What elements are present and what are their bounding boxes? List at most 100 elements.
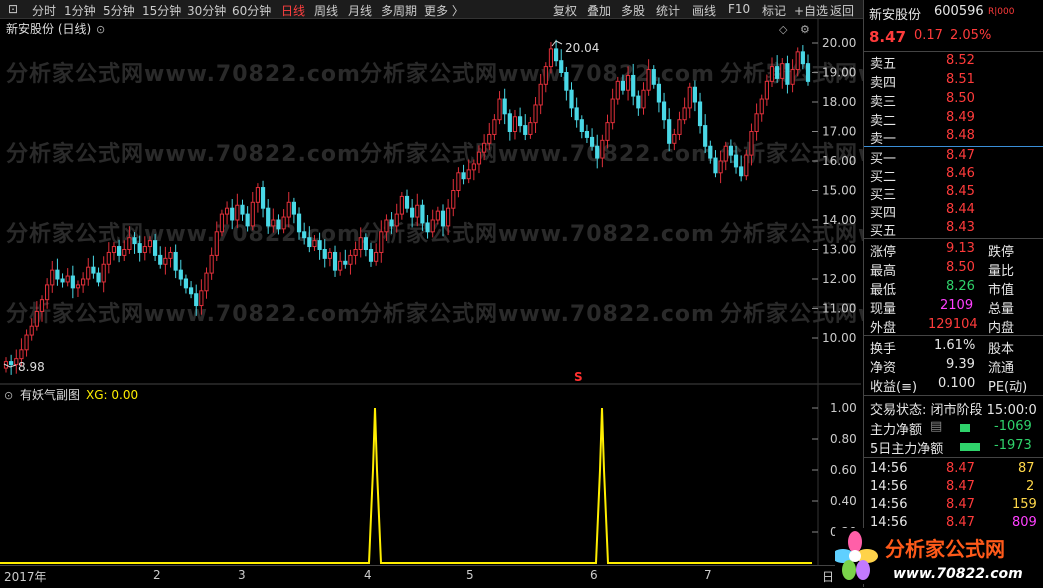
candle-body [368,249,374,262]
candle-body [728,145,733,156]
candle-body [281,216,286,230]
btn-diejia[interactable]: 叠加 [587,2,611,19]
candle-body [204,272,209,292]
btn-fanhui[interactable]: 返回 [830,2,854,19]
candle-body [697,101,703,127]
svg-text:www.70822.com: www.70822.com [893,566,1023,582]
candle-body [363,237,368,250]
candle-body [45,284,50,301]
candle-body [631,74,636,97]
candle-body [507,113,512,133]
candle-body [687,86,692,109]
btn-biaoji[interactable]: 标记 [762,2,786,19]
main-fund-5d-row[interactable]: 5日主力净额 -1973 [864,438,1043,457]
buy-row[interactable]: 买三 8.45 [864,184,1043,203]
buy-row[interactable]: 买二 8.46 [864,166,1043,185]
btn-f10[interactable]: F10 [728,2,750,16]
candle-body [410,207,415,218]
sell-row[interactable]: 卖二 8.49 [864,110,1043,129]
sub-chart-icon[interactable]: ⊙ [4,389,13,402]
tab-1min[interactable]: 1分钟 [64,2,96,19]
tab-15min[interactable]: 15分钟 [142,2,181,19]
tab-fenshi[interactable]: 分时 [32,2,56,19]
candle-body [456,172,461,192]
sell-row[interactable]: 卖四 8.51 [864,72,1043,91]
y-tick-label: 13.00 [822,243,856,257]
candle-body [332,251,338,271]
tab-daily[interactable]: 日线 [281,2,305,19]
site-logo: 分析家公式网 www.70822.com [832,528,1040,584]
sell-row[interactable]: 卖五 8.52 [864,53,1043,72]
tab-multi-period[interactable]: 多周期 [381,2,417,19]
candle-body [250,201,255,227]
y-tick-label: 12.00 [822,272,856,286]
buy-row[interactable]: 买四 8.44 [864,202,1043,221]
sub-chart-title: 有妖气副图 [20,387,80,402]
candle-body [538,83,543,106]
candle-body [81,278,86,286]
y-tick-label: 19.00 [822,66,856,80]
candle-body [487,133,492,144]
btn-duogu[interactable]: 多股 [621,2,645,19]
tab-monthly[interactable]: 月线 [348,2,372,19]
btn-zixuan[interactable]: +自选 [794,2,828,19]
candle-body [641,89,646,109]
btn-fuquan[interactable]: 复权 [553,2,577,19]
candle-body [29,325,34,336]
tab-5min[interactable]: 5分钟 [103,2,135,19]
candle-body [733,154,739,168]
candle-body [615,80,620,100]
candle-body [476,151,482,165]
tab-more[interactable]: 更多 〉 [424,2,464,19]
candle-body [199,290,204,307]
y-tick-label: 11.00 [822,302,856,316]
candle-body [502,98,507,115]
candle-body [106,251,111,265]
fund-list-icon[interactable]: ▤ [930,419,942,434]
buy-row[interactable]: 买五 8.43 [864,220,1043,239]
candle-body [420,204,425,224]
candle-body [769,66,775,82]
candle-body [780,63,785,79]
fund5-bar [960,443,980,451]
candle-body [569,89,574,109]
candle-body [677,119,682,135]
candle-body [805,63,811,82]
buy-row[interactable]: 买一 8.47 [864,148,1043,167]
candle-body [646,69,651,91]
candle-body [713,157,718,174]
candle-body [307,237,312,248]
candle-body [708,145,713,159]
candle-body [173,251,178,271]
candle-body [610,98,615,124]
tab-weekly[interactable]: 周线 [314,2,338,19]
sell-row[interactable]: 卖三 8.50 [864,91,1043,110]
stat-row: 最高 8.50 量比 [870,260,1015,279]
candle-body [132,237,137,245]
y-tick-label: 18.00 [822,95,856,109]
candle-body [101,263,106,283]
chart-title-dropdown-icon[interactable]: ⊙ [96,23,105,36]
low-label: 8.98 [18,360,45,374]
diamond-icon[interactable]: ◇ [779,23,788,36]
tab-30min[interactable]: 30分钟 [187,2,226,19]
tab-60min[interactable]: 60分钟 [232,2,271,19]
candle-body [24,334,29,351]
candle-body [348,254,353,265]
sell-row[interactable]: 卖一 8.48 [864,128,1043,147]
btn-huaxian[interactable]: 画线 [692,2,716,19]
settings-icon[interactable]: ⚙ [800,23,810,36]
candle-body [672,133,677,144]
time-axis: 2017年 2 3 4 5 6 7 日 [0,565,861,588]
candle-body [137,243,142,253]
chart-area[interactable]: 20.00 19.00 18.00 17.00 16.00 15.00 14.00 13.00… [0,19,861,565]
y-tick-label: 14.00 [822,213,856,227]
btn-tongji[interactable]: 统计 [656,2,680,19]
main-fund-row[interactable]: 主力净额 ▤ -1069 [864,419,1043,438]
candle-body [775,66,780,79]
kline-chart[interactable]: 20.00 19.00 18.00 17.00 16.00 15.00 14.00 13.00… [0,19,861,565]
toolbar-icon-left[interactable]: ⊡ [8,2,18,16]
candle-body [39,299,45,312]
logo-graphic: 分析家公式网 www.70822.com [832,528,1040,584]
candle-body [322,249,327,259]
